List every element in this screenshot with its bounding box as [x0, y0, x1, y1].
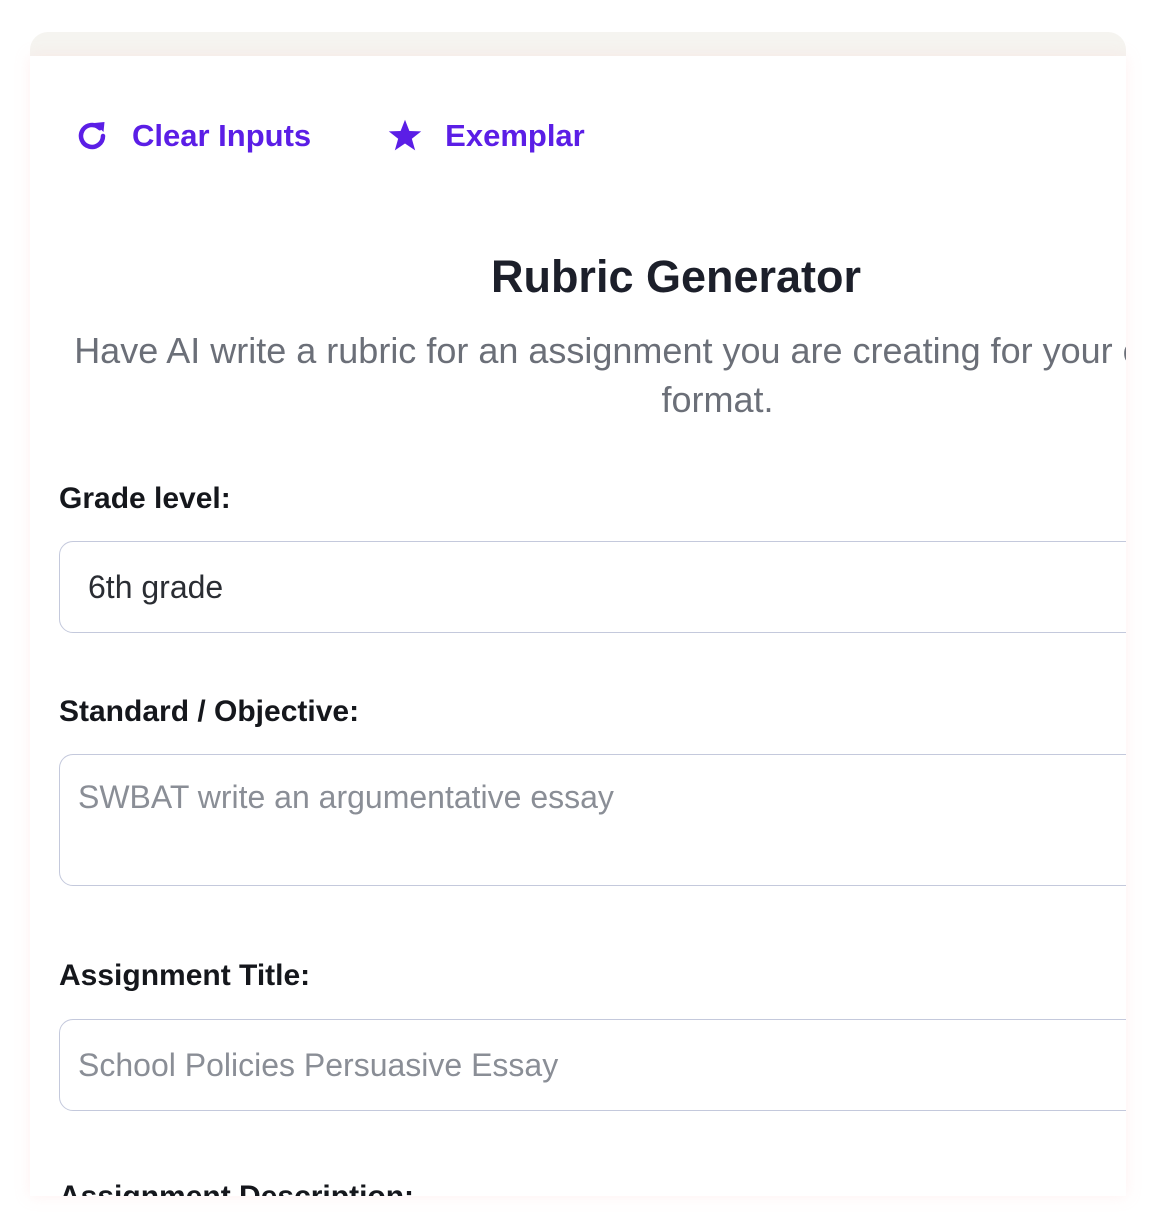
grade-level-input[interactable]: [60, 542, 1126, 632]
exemplar-button[interactable]: Exemplar: [387, 118, 585, 154]
tool-panel: Clear Inputs Exemplar Rubric Generator H…: [30, 56, 1126, 1196]
standard-objective-input[interactable]: [60, 755, 1126, 885]
standard-objective-label: Standard / Objective:: [59, 695, 360, 728]
page-subtitle: Have AI write a rubric for an assignment…: [74, 330, 1126, 420]
exemplar-label: Exemplar: [445, 118, 585, 153]
page: Clear Inputs Exemplar Rubric Generator H…: [0, 0, 1156, 1228]
refresh-icon: [74, 118, 110, 154]
toolbar: Clear Inputs Exemplar: [74, 114, 585, 158]
standard-objective-field: [59, 754, 1126, 886]
clear-inputs-button[interactable]: Clear Inputs: [74, 118, 311, 154]
assignment-title-input[interactable]: [60, 1020, 1126, 1110]
assignment-description-label: Assignment Description:: [59, 1180, 414, 1196]
star-icon: [387, 118, 423, 154]
grade-level-label: Grade level:: [59, 482, 231, 515]
assignment-title-label: Assignment Title:: [59, 959, 311, 992]
clear-inputs-label: Clear Inputs: [132, 118, 312, 153]
grade-level-field: [59, 541, 1126, 633]
assignment-title-field: [59, 1019, 1126, 1111]
page-title: Rubric Generator: [490, 251, 862, 302]
